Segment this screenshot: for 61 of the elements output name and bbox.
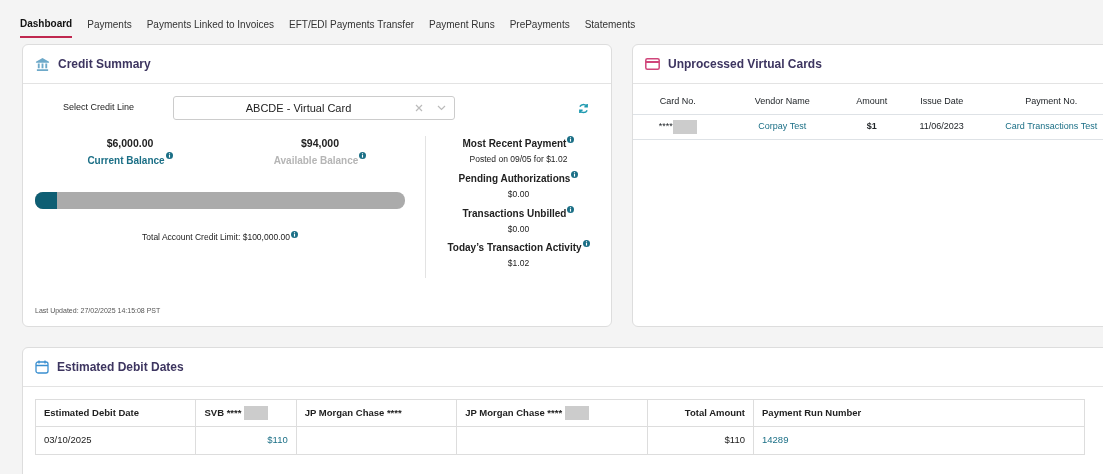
nav-tab[interactable]: Payments <box>87 12 132 38</box>
stat-value: $0.00 <box>506 222 531 236</box>
refresh-icon[interactable] <box>578 102 589 114</box>
column-header: Payment No. <box>981 90 1103 114</box>
card-title: Credit Summary <box>58 56 151 73</box>
column-header: JP Morgan Chase **** <box>465 407 563 418</box>
payment-link[interactable]: Card Transactions Test <box>1005 120 1098 131</box>
nav-tab[interactable]: Payments Linked to Invoices <box>146 12 274 38</box>
chevron-down-icon[interactable] <box>437 105 446 111</box>
bank-icon <box>35 56 50 72</box>
card-icon <box>645 58 660 70</box>
balance-label: Current Balance <box>87 154 165 166</box>
card-title: Estimated Debit Dates <box>57 359 184 376</box>
balance-label: Available Balance <box>273 154 359 166</box>
info-icon <box>290 231 298 239</box>
info-icon <box>567 136 575 143</box>
info-icon <box>567 205 575 213</box>
card-title: Unprocessed Virtual Cards <box>668 56 822 73</box>
balance-amount: $6,000.00 <box>105 136 155 151</box>
column-header: Vendor Name <box>722 90 842 114</box>
info-icon <box>582 240 590 248</box>
clear-icon[interactable] <box>415 104 423 112</box>
stat-label: Today’s Transaction Activity <box>447 242 582 254</box>
table-cell: $110 <box>724 434 745 446</box>
amount-link[interactable]: $110 <box>267 434 288 446</box>
info-icon <box>359 151 367 159</box>
redacted-digits <box>564 406 589 421</box>
redacted-digits <box>672 119 697 134</box>
table-cell: 11/06/2023 <box>919 120 964 131</box>
column-header: SVB **** <box>204 407 242 418</box>
vendor-link[interactable]: Corpay Test <box>758 120 807 131</box>
column-header: Amount <box>841 90 902 114</box>
stat-value: Posted on 09/05 for $1.02 <box>468 153 569 166</box>
nav-tab[interactable]: EFT/EDI Payments Transfer <box>289 12 415 38</box>
stat-label: Most Recent Payment <box>462 138 567 149</box>
run-number-link[interactable]: 14289 <box>762 434 789 446</box>
info-icon <box>165 151 173 159</box>
nav-tab[interactable]: PrePayments <box>509 12 570 38</box>
nav-tab[interactable]: Dashboard <box>20 12 73 38</box>
column-header: Payment Run Number <box>762 407 862 419</box>
table-cell: 03/10/2025 <box>44 434 92 446</box>
column-header: JP Morgan Chase **** <box>304 407 402 419</box>
column-header: Total Amount <box>684 407 745 419</box>
stat-value: $0.00 <box>506 187 531 201</box>
stat-label: Transactions Unbilled <box>462 207 567 219</box>
field-label: Select Credit Line <box>63 101 136 115</box>
column-header: Issue Date <box>901 90 982 114</box>
stat-value: $1.02 <box>506 257 531 270</box>
card-number: **** <box>658 120 673 131</box>
redacted-digits <box>244 406 269 421</box>
nav-tab[interactable]: Payment Runs <box>429 12 495 38</box>
stat-label: Pending Authorizations <box>458 172 571 184</box>
credit-line-select[interactable]: ABCDE - Virtual Card <box>173 96 455 120</box>
table-cell: $1 <box>866 120 877 131</box>
info-icon <box>571 170 579 178</box>
credit-limit-text: Total Account Credit Limit: $100,000.00 <box>142 232 290 243</box>
nav-tab[interactable]: Statements <box>584 12 636 38</box>
calendar-icon <box>35 360 49 374</box>
column-header: Card No. <box>633 90 723 114</box>
column-header: Estimated Debit Date <box>44 407 140 419</box>
balance-amount: $94,000 <box>300 136 340 151</box>
